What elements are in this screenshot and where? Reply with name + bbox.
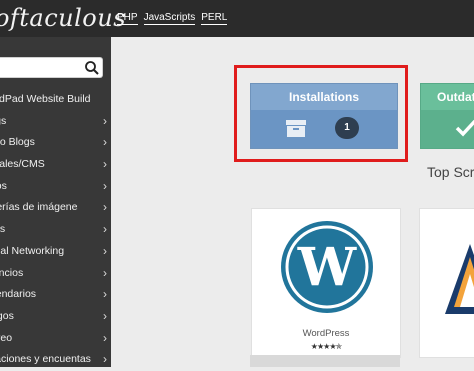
installations-label: Installations: [288, 90, 359, 104]
card-footer-strip: [250, 355, 400, 367]
sidebar-item-label: Juegos: [0, 309, 14, 322]
abantecart-logo-icon: [445, 244, 474, 314]
sidebar-item-micro-blogs[interactable]: Micro Blogs ›: [0, 132, 111, 154]
installations-body: 1: [251, 110, 397, 148]
sidebar-search: [0, 57, 103, 78]
sidebar-item-label: WordPad Website Builder: [0, 93, 91, 105]
sidebar-item-label: Correo: [0, 331, 13, 344]
sidebar-item-label: Portales/CMS: [0, 158, 45, 171]
search-input[interactable]: [0, 61, 81, 75]
sidebar-item-correo[interactable]: Correo ›: [0, 328, 111, 350]
sidebar-item-calendarios[interactable]: Calendarios ›: [0, 284, 111, 306]
chevron-right-icon: ›: [103, 243, 107, 258]
sidebar-item-wordpad[interactable]: WordPad Website Builder: [0, 89, 91, 111]
outdated-card[interactable]: Outdated: [420, 83, 474, 149]
script-name: WordPress: [302, 328, 350, 339]
sidebar-item-label: Galerías de imágenes: [0, 201, 78, 214]
sidebar-item-label: Social Networking: [0, 244, 65, 257]
sidebar-item-label: Micro Blogs: [0, 136, 35, 149]
nav-link-javascripts[interactable]: JavaScripts: [143, 12, 196, 25]
chevron-right-icon: ›: [103, 113, 107, 128]
chevron-right-icon: ›: [103, 330, 107, 345]
search-icon[interactable]: [84, 60, 100, 76]
chevron-right-icon: ›: [103, 287, 107, 302]
sidebar-item-label: Foros: [0, 179, 7, 192]
chevron-right-icon: ›: [103, 308, 107, 323]
top-bar: Softaculous PHP JavaScripts PERL: [0, 0, 474, 37]
installations-count-badge: 1: [335, 117, 359, 139]
sidebar-item-label: Votaciones y encuentas: [0, 353, 91, 366]
top-scripts-heading: Top Scripts: [427, 164, 474, 180]
category-sidebar: WordPad Website Builder Blogs › Micro Blo…: [0, 37, 111, 367]
sidebar-item-label: Blogs: [0, 114, 7, 127]
sidebar-item-galerias[interactable]: Galerías de imágenes ›: [0, 197, 111, 219]
nav-link-perl[interactable]: PERL: [201, 12, 228, 25]
rating-stars: ★★★★✯: [310, 342, 342, 351]
sidebar-item-label: Calendarios: [0, 288, 37, 301]
outdated-body: [421, 110, 474, 148]
category-list: WordPad Website Builder Blogs › Micro Blo…: [0, 89, 107, 371]
softaculous-logo[interactable]: Softaculous: [0, 4, 126, 32]
chevron-right-icon: ›: [103, 178, 107, 193]
script-card-wordpress[interactable]: W WordPress ★★★★✯: [251, 208, 401, 358]
nav-link-php[interactable]: PHP: [117, 12, 138, 25]
archive-box-icon: [286, 120, 306, 137]
script-card-second[interactable]: [419, 208, 474, 358]
script-type-nav: PHP JavaScripts PERL: [117, 12, 228, 25]
sidebar-item-foros[interactable]: Foros ›: [0, 176, 111, 198]
checkmark-icon: [455, 119, 474, 137]
chevron-right-icon: ›: [103, 157, 107, 172]
sidebar-item-label: Anuncios: [0, 266, 24, 279]
sidebar-item-blogs[interactable]: Blogs ›: [0, 111, 111, 133]
sidebar-item-anuncios[interactable]: Anuncios ›: [0, 263, 111, 285]
chevron-right-icon: ›: [103, 200, 107, 215]
chevron-right-icon: ›: [103, 265, 107, 280]
svg-text:W: W: [297, 237, 358, 298]
wordpress-logo-icon: W: [281, 221, 373, 313]
chevron-right-icon: ›: [103, 135, 107, 150]
sidebar-item-votaciones[interactable]: Votaciones y encuentas ›: [0, 349, 111, 371]
sidebar-item-social-networking[interactable]: Social Networking ›: [0, 241, 111, 263]
outdated-label: Outdated: [437, 90, 474, 104]
sidebar-item-juegos[interactable]: Juegos ›: [0, 306, 111, 328]
chevron-right-icon: ›: [103, 222, 107, 237]
sidebar-item-portales-cms[interactable]: Portales/CMS ›: [0, 154, 111, 176]
installations-card[interactable]: Installations 1: [250, 83, 398, 149]
sidebar-item-wikis[interactable]: Wikis ›: [0, 219, 111, 241]
sidebar-item-label: Wikis: [0, 223, 6, 236]
chevron-right-icon: ›: [103, 352, 107, 367]
